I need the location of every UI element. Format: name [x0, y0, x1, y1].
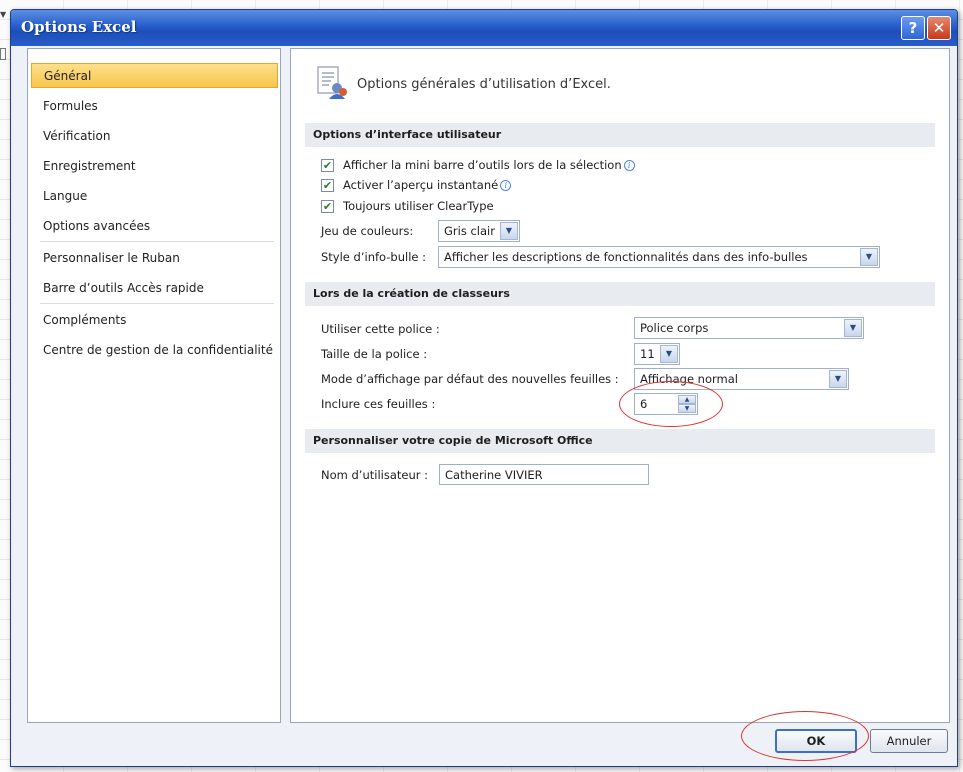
color-scheme-label: Jeu de couleurs: — [321, 224, 414, 238]
username-value: Catherine VIVIER — [445, 468, 543, 482]
username-label: Nom d’utilisateur : — [321, 468, 429, 482]
font-size-value: 11 — [640, 347, 655, 361]
ok-button[interactable]: OK — [775, 729, 857, 753]
spin-up-icon[interactable]: ▲ — [678, 395, 696, 404]
category-nav: Général Formules Vérification Enregistre… — [27, 48, 281, 723]
sheet-count-label: Inclure ces feuilles : — [321, 397, 436, 411]
spin-down-icon[interactable]: ▼ — [678, 404, 696, 413]
tooltip-style-select[interactable]: Afficher les descriptions de fonctionnal… — [438, 246, 880, 268]
settings-panel: Options générales d’utilisation d’Excel.… — [290, 48, 950, 723]
section-ui-options: Options d’interface utilisateur — [305, 123, 935, 147]
font-size-select[interactable]: 11 ▼ — [634, 343, 680, 365]
color-scheme-value: Gris clair — [444, 224, 495, 238]
cleartype-label: Toujours utiliser ClearType — [343, 199, 494, 213]
background-cell-marker — [0, 48, 6, 60]
chevron-down-icon[interactable]: ▼ — [860, 248, 878, 266]
chevron-down-icon[interactable]: ▼ — [844, 319, 862, 337]
font-label: Utiliser cette police : — [321, 322, 440, 336]
username-input[interactable]: Catherine VIVIER — [439, 464, 649, 485]
nav-separator — [40, 241, 274, 242]
info-icon: i — [623, 160, 635, 171]
help-button[interactable]: ? — [901, 16, 925, 40]
panel-header: Options générales d’utilisation d’Excel. — [357, 77, 611, 92]
color-scheme-select[interactable]: Gris clair ▼ — [438, 220, 520, 242]
nav-separator — [40, 303, 274, 304]
nav-item-formulas[interactable]: Formules — [31, 94, 278, 119]
sheet-count-stepper[interactable]: 6 ▲ ▼ — [634, 393, 698, 415]
background-dropdown-arrow: ▼ — [0, 10, 7, 19]
default-view-label: Mode d’affichage par défaut des nouvelle… — [321, 372, 619, 386]
live-preview-label-text: Activer l’aperçu instantané — [343, 178, 499, 192]
nav-item-proofing[interactable]: Vérification — [31, 124, 278, 149]
tooltip-style-value: Afficher les descriptions de fonctionnal… — [444, 250, 808, 264]
default-view-select[interactable]: Affichage normal ▼ — [634, 368, 849, 390]
nav-item-advanced[interactable]: Options avancées — [31, 214, 278, 239]
close-button[interactable]: ✕ — [927, 16, 951, 40]
tooltip-style-label: Style d’info-bulle : — [321, 250, 427, 264]
title-bar[interactable]: Options Excel ? ✕ — [11, 10, 957, 46]
live-preview-label: Activer l’aperçu instantané i — [343, 178, 512, 192]
section-personalize: Personnaliser votre copie de Microsoft O… — [305, 429, 935, 453]
info-icon: i — [500, 180, 512, 191]
general-options-icon — [317, 66, 347, 99]
chevron-down-icon[interactable]: ▼ — [829, 370, 847, 388]
nav-item-trust-center[interactable]: Centre de gestion de la confidentialité — [31, 338, 278, 363]
font-value: Police corps — [640, 321, 709, 335]
sheet-count-value: 6 — [640, 397, 648, 411]
chevron-down-icon[interactable]: ▼ — [500, 222, 518, 240]
nav-item-addins[interactable]: Compléments — [31, 308, 278, 333]
options-dialog: Options Excel ? ✕ Général Formules Vérif… — [10, 9, 958, 767]
font-size-label: Taille de la police : — [321, 347, 428, 361]
nav-item-general[interactable]: Général — [31, 63, 278, 88]
nav-item-customize-ribbon[interactable]: Personnaliser le Ruban — [31, 246, 278, 271]
chevron-down-icon[interactable]: ▼ — [660, 345, 678, 363]
mini-toolbar-label: Afficher la mini barre d’outils lors de … — [343, 158, 635, 172]
font-select[interactable]: Police corps ▼ — [634, 317, 864, 339]
mini-toolbar-label-text: Afficher la mini barre d’outils lors de … — [343, 158, 622, 172]
default-view-value: Affichage normal — [640, 372, 738, 386]
nav-item-quick-access-toolbar[interactable]: Barre d’outils Accès rapide — [31, 276, 278, 301]
live-preview-checkbox[interactable]: ✔ — [321, 179, 334, 192]
cleartype-checkbox[interactable]: ✔ — [321, 200, 334, 213]
cancel-button[interactable]: Annuler — [870, 729, 948, 753]
nav-item-save[interactable]: Enregistrement — [31, 154, 278, 179]
mini-toolbar-checkbox[interactable]: ✔ — [321, 159, 334, 172]
nav-item-language[interactable]: Langue — [31, 184, 278, 209]
section-new-workbooks: Lors de la création de classeurs — [305, 282, 935, 306]
dialog-title: Options Excel — [21, 18, 137, 36]
